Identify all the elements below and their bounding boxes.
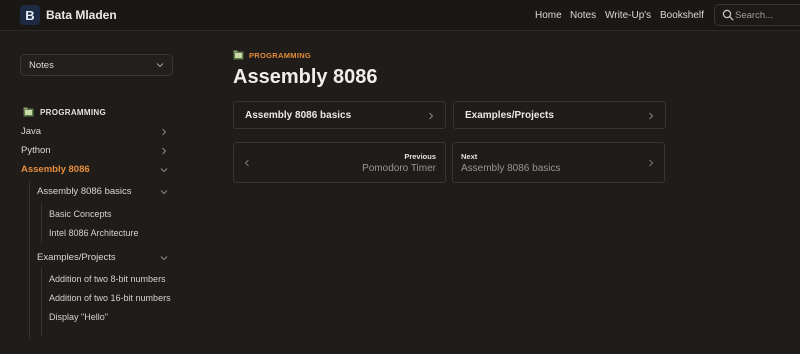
previous-page-link[interactable]: Previous Pomodoro Timer: [233, 142, 446, 183]
nav-home-link[interactable]: Home: [535, 10, 562, 21]
sidebar-item-java[interactable]: Java: [21, 125, 173, 139]
sidebar-item-label: Java: [21, 126, 42, 137]
pager-kicker: Previous: [404, 152, 436, 161]
site-logo[interactable]: B: [20, 5, 40, 25]
chevron-right-icon: [162, 147, 167, 155]
top-navigation-bar: B Bata Mladen Home Notes Write-Up's Book…: [0, 0, 800, 31]
breadcrumb: PROGRAMMING: [233, 50, 311, 60]
sidebar-item-label: Assembly 8086 basics: [37, 186, 132, 197]
nav-bookshelf-link[interactable]: Bookshelf: [660, 10, 704, 21]
sidebar-section-programming: PROGRAMMING: [23, 106, 106, 118]
sidebar-item-label: Examples/Projects: [37, 252, 116, 263]
search-placeholder: Search...: [735, 10, 774, 21]
sidebar-link-addition-16-bit[interactable]: Addition of two 16-bit numbers: [49, 293, 171, 303]
card-label: Assembly 8086 basics: [245, 110, 352, 121]
dropdown-value: Notes: [29, 60, 54, 71]
folder-emoji-icon: [23, 107, 34, 117]
pager-title: Pomodoro Timer: [362, 163, 436, 174]
chevron-right-icon: [649, 112, 654, 120]
sidebar-link-addition-8-bit[interactable]: Addition of two 8-bit numbers: [49, 274, 166, 284]
chevron-down-icon: [156, 63, 164, 68]
folder-emoji-icon: [233, 50, 244, 60]
chevron-down-icon: [160, 256, 168, 261]
sidebar-item-python[interactable]: Python: [21, 144, 173, 158]
tree-guide-line: [29, 182, 30, 338]
tree-guide-line: [41, 268, 42, 336]
chevron-down-icon: [160, 168, 168, 173]
chevron-left-icon: [244, 159, 249, 167]
search-box[interactable]: Search...: [714, 4, 800, 26]
search-icon: [722, 9, 734, 21]
chevron-right-icon: [162, 128, 167, 136]
chevron-right-icon: [429, 112, 434, 120]
site-title[interactable]: Bata Mladen: [46, 8, 117, 22]
nav-notes-link[interactable]: Notes: [570, 10, 596, 21]
sidebar-item-label: Python: [21, 145, 51, 156]
card-label: Examples/Projects: [465, 110, 554, 121]
page-title: Assembly 8086: [233, 66, 378, 88]
sidebar-item-assembly-8086-basics[interactable]: Assembly 8086 basics: [37, 185, 173, 199]
tree-guide-line: [41, 203, 42, 243]
pager-kicker: Next: [461, 152, 478, 161]
next-page-link[interactable]: Next Assembly 8086 basics: [452, 142, 665, 183]
sidebar-link-display-hello[interactable]: Display "Hello": [49, 312, 108, 322]
card-assembly-8086-basics[interactable]: Assembly 8086 basics: [233, 101, 446, 129]
sidebar-link-basic-concepts[interactable]: Basic Concepts: [49, 209, 112, 219]
breadcrumb-label[interactable]: PROGRAMMING: [249, 51, 311, 60]
chevron-right-icon: [649, 159, 654, 167]
pager-title: Assembly 8086 basics: [461, 163, 561, 174]
card-examples-projects[interactable]: Examples/Projects: [453, 101, 666, 129]
chevron-down-icon: [160, 190, 168, 195]
sidebar-item-label: Assembly 8086: [21, 164, 90, 175]
nav-write-ups-link[interactable]: Write-Up's: [605, 10, 651, 21]
section-title: PROGRAMMING: [40, 107, 106, 117]
sidebar-link-intel-8086-architecture[interactable]: Intel 8086 Architecture: [49, 228, 139, 238]
sidebar-item-examples-projects[interactable]: Examples/Projects: [37, 251, 173, 265]
notes-dropdown[interactable]: Notes: [20, 54, 173, 76]
sidebar-item-assembly-8086[interactable]: Assembly 8086: [21, 163, 173, 177]
